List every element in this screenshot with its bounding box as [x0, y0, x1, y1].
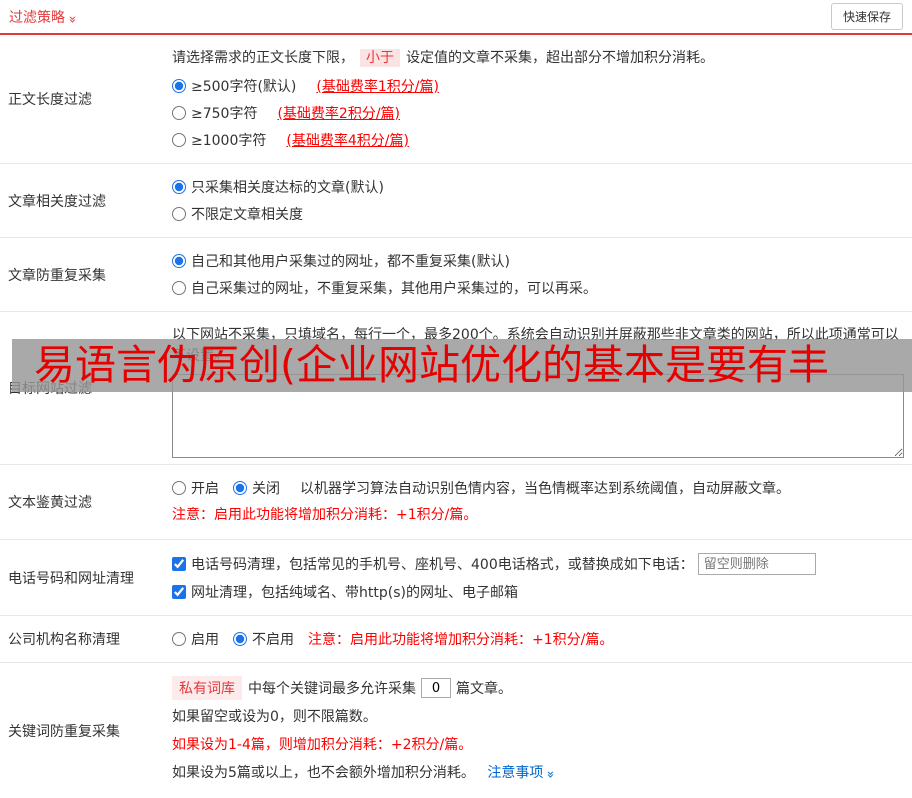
keyword-note-free: 如果设为5篇或以上，也不会额外增加积分消耗。 注意事项»	[172, 763, 904, 785]
row-label-keyword: 关键词防重复采集	[8, 723, 120, 740]
row-label-body-length: 正文长度过滤	[8, 92, 92, 108]
notice-link[interactable]: 注意事项»	[487, 765, 557, 781]
less-than-highlight: 小于	[360, 49, 400, 67]
keyword-limit-text: 中每个关键词最多允许采集	[248, 681, 416, 697]
row-porn-filter: 文本鉴黄过滤 开启 关闭 以机器学习算法自动识别色情内容，当色情概率达到系统阈值…	[0, 465, 912, 540]
company-option-disable[interactable]: 不启用	[233, 629, 294, 649]
company-radio-disable[interactable]	[233, 632, 247, 646]
desc-text: 设定值的文章不采集，超出部分不增加积分消耗。	[406, 50, 714, 66]
option-label: 只采集相关度达标的文章(默认)	[191, 180, 384, 196]
desc-text: 请选择需求的正文长度下限，	[172, 50, 354, 66]
body-length-radio-1000[interactable]	[172, 133, 186, 147]
blocked-sites-textarea[interactable]	[172, 374, 904, 458]
fee-note: (基础费率1积分/篇)	[316, 79, 439, 95]
option-label: 启用	[191, 632, 219, 648]
phone-cleanup-checkbox[interactable]	[172, 557, 186, 571]
quick-save-button[interactable]: 快速保存	[830, 3, 903, 30]
keyword-note-unlimited: 如果留空或设为0，则不限篇数。	[172, 709, 377, 725]
keyword-note-cost: 如果设为1-4篇，则增加积分消耗：+2积分/篇。	[172, 737, 473, 753]
row-label-porn-filter: 文本鉴黄过滤	[8, 495, 92, 511]
fee-note: (基础费率4积分/篇)	[286, 133, 409, 149]
company-option-enable[interactable]: 启用	[172, 629, 219, 649]
row-label-relevance: 文章相关度过滤	[8, 193, 106, 210]
company-radio-enable[interactable]	[172, 632, 186, 646]
option-label: 不启用	[252, 632, 294, 648]
row-label-company: 公司机构名称清理	[8, 632, 120, 648]
keyword-count-input[interactable]	[421, 678, 451, 698]
row-body-length-filter: 正文长度过滤 请选择需求的正文长度下限， 小于 设定值的文章不采集，超出部分不增加积…	[0, 35, 912, 164]
porn-filter-option-on[interactable]: 开启	[172, 478, 219, 498]
chevron-down-icon: »	[542, 770, 558, 779]
body-length-option-1000[interactable]: ≥1000字符	[172, 130, 266, 150]
notice-link-text: 注意事项	[487, 765, 544, 781]
dedup-option-self[interactable]: 自己采集过的网址，不重复采集，其他用户采集过的，可以再采。	[172, 278, 597, 298]
fee-note: (基础费率2积分/篇)	[277, 106, 401, 122]
row-label-phone-url: 电话号码和网址清理	[8, 570, 134, 587]
row-keyword-dedup: 关键词防重复采集 私有词库 中每个关键词最多允许采集 篇文章。 如果留空或设为0…	[0, 663, 912, 798]
option-label: 自己和其他用户采集过的网址，都不重复采集(默认)	[191, 254, 510, 270]
row-company-name-cleanup: 公司机构名称清理 启用 不启用 注意：启用此功能将增加积分消耗：+1积分/篇。	[0, 616, 912, 663]
note-text: 如果设为5篇或以上，也不会额外增加积分消耗。	[172, 765, 475, 781]
relevance-option-strict[interactable]: 只采集相关度达标的文章(默认)	[172, 177, 384, 197]
replacement-phone-input[interactable]	[697, 553, 816, 575]
option-label: 不限定文章相关度	[191, 207, 303, 223]
body-length-radio-750[interactable]	[172, 106, 186, 120]
row-dedup-collection: 文章防重复采集 自己和其他用户采集过的网址，都不重复采集(默认) 自己采集过的网…	[0, 238, 912, 312]
relevance-option-any[interactable]: 不限定文章相关度	[172, 204, 303, 224]
relevance-radio-any[interactable]	[172, 207, 186, 221]
porn-filter-cost-note: 注意：启用此功能将增加积分消耗：+1积分/篇。	[172, 507, 478, 523]
url-cleanup-option[interactable]: 网址清理，包括纯域名、带http(s)的网址、电子邮箱	[172, 582, 518, 602]
dedup-radio-self[interactable]	[172, 281, 186, 295]
page-title-text: 过滤策略	[9, 9, 65, 26]
option-label: ≥500字符(默认)	[191, 79, 297, 95]
keyword-limit-suffix: 篇文章。	[456, 681, 512, 697]
page-title[interactable]: 过滤策略»	[9, 7, 80, 27]
body-length-option-750[interactable]: ≥750字符	[172, 103, 257, 123]
option-label: ≥1000字符	[191, 133, 267, 149]
option-label: ≥750字符	[191, 106, 258, 122]
dedup-option-global[interactable]: 自己和其他用户采集过的网址，都不重复采集(默认)	[172, 251, 510, 271]
porn-filter-desc: 以机器学习算法自动识别色情内容，当色情概率达到系统阈值，自动屏蔽文章。	[300, 481, 790, 497]
company-cost-note: 注意：启用此功能将增加积分消耗：+1积分/篇。	[308, 632, 614, 648]
chevron-down-icon: »	[64, 15, 80, 23]
porn-filter-radio-on[interactable]	[172, 481, 186, 495]
option-label: 关闭	[252, 481, 280, 497]
row-phone-url-cleanup: 电话号码和网址清理 电话号码清理，包括常见的手机号、座机号、400电话格式，或替…	[0, 540, 912, 616]
body-length-option-500[interactable]: ≥500字符(默认)	[172, 76, 296, 96]
option-label: 电话号码清理，包括常见的手机号、座机号、400电话格式，或替换成如下电话：	[191, 557, 694, 573]
target-site-desc: 以下网站不采集，只填域名，每行一个，最多200个。系统会自动识别并屏蔽那些非文章…	[172, 327, 899, 364]
body-length-desc: 请选择需求的正文长度下限， 小于 设定值的文章不采集，超出部分不增加积分消耗。	[172, 48, 904, 69]
row-label-target-site: 目标网站过滤	[8, 381, 92, 397]
option-label: 自己采集过的网址，不重复采集，其他用户采集过的，可以再采。	[191, 281, 597, 297]
option-label: 开启	[191, 481, 219, 497]
dedup-radio-global[interactable]	[172, 254, 186, 268]
header-bar: 过滤策略» 快速保存	[0, 0, 912, 35]
porn-filter-radio-off[interactable]	[233, 481, 247, 495]
row-target-site-filter: 目标网站过滤 以下网站不采集，只填域名，每行一个，最多200个。系统会自动识别并…	[0, 312, 912, 465]
porn-filter-option-off[interactable]: 关闭	[233, 478, 280, 498]
private-lexicon-tag: 私有词库	[172, 676, 242, 700]
row-relevance-filter: 文章相关度过滤 只采集相关度达标的文章(默认) 不限定文章相关度	[0, 164, 912, 238]
url-cleanup-checkbox[interactable]	[172, 585, 186, 599]
option-label: 网址清理，包括纯域名、带http(s)的网址、电子邮箱	[191, 585, 518, 601]
body-length-radio-500[interactable]	[172, 79, 186, 93]
phone-cleanup-option[interactable]: 电话号码清理，包括常见的手机号、座机号、400电话格式，或替换成如下电话：	[172, 554, 694, 574]
row-label-dedup: 文章防重复采集	[8, 267, 106, 284]
relevance-radio-strict[interactable]	[172, 180, 186, 194]
